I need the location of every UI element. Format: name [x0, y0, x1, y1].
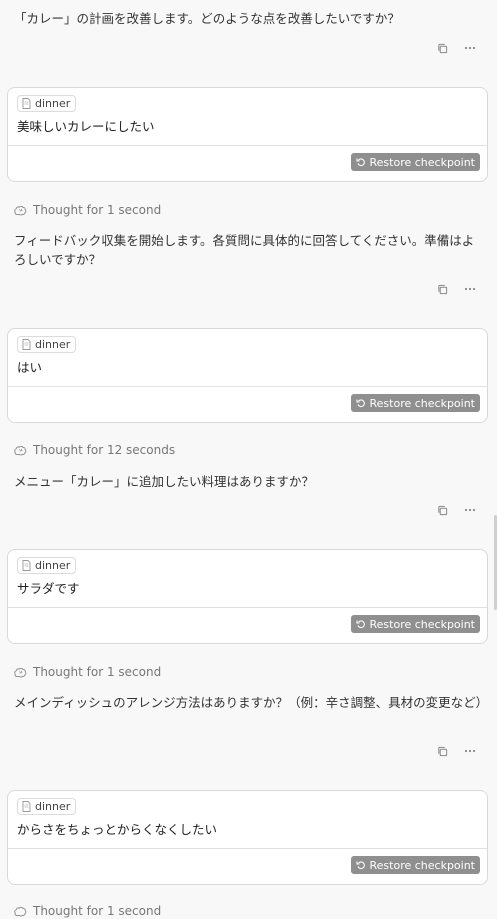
restore-icon [355, 861, 365, 870]
assistant-message: 「カレー」の計画を改善します。どのような点を改善したいですか？ [14, 9, 484, 28]
assistant-message: メニュー「カレー」に追加したい料理はありますか？ [14, 472, 484, 491]
file-icon [22, 98, 31, 109]
user-message-card: dinner はい Restore checkpoint [7, 328, 488, 423]
copy-icon[interactable] [435, 744, 449, 758]
restore-checkpoint-button[interactable]: Restore checkpoint [350, 856, 480, 874]
restore-checkpoint-label: Restore checkpoint [369, 617, 476, 631]
thought-label: Thought for 1 second [33, 904, 162, 918]
assistant-message-text: フィードバック収集を開始します。各質問に具体的に回答してください。準備はよろしい… [14, 233, 475, 267]
card-divider [8, 386, 487, 387]
restore-icon [355, 399, 365, 408]
copy-icon[interactable] [435, 282, 449, 296]
thought-indicator[interactable]: Thought for 1 second [14, 202, 161, 218]
user-message-text: サラダです [17, 581, 80, 596]
thought-label: Thought for 1 second [33, 203, 162, 217]
message-actions [417, 281, 477, 297]
restore-checkpoint-button[interactable]: Restore checkpoint [350, 615, 480, 633]
message-actions [417, 502, 477, 518]
thought-label: Thought for 1 second [33, 665, 162, 679]
user-message-text: はい [17, 360, 43, 375]
more-icon[interactable] [463, 503, 477, 517]
assistant-message: メインディッシュのアレンジ方法はありますか？（例：辛さ調整、具材の変更など） [14, 693, 488, 712]
assistant-message: フィードバック収集を開始します。各質問に具体的に回答してください。準備はよろしい… [14, 231, 484, 269]
thought-indicator[interactable]: Thought for 1 second [14, 903, 161, 919]
more-icon[interactable] [463, 282, 477, 296]
brain-icon [14, 667, 27, 678]
thought-indicator[interactable]: Thought for 12 seconds [14, 442, 175, 458]
file-icon [22, 801, 31, 812]
restore-checkpoint-button[interactable]: Restore checkpoint [350, 153, 480, 171]
copy-icon[interactable] [435, 41, 449, 55]
thought-label: Thought for 12 seconds [33, 443, 176, 457]
message-actions [417, 40, 477, 56]
brain-icon [14, 445, 27, 456]
restore-checkpoint-button[interactable]: Restore checkpoint [350, 394, 480, 412]
file-icon [22, 339, 31, 350]
file-chip[interactable]: dinner [17, 336, 77, 353]
file-chip-label: dinner [35, 800, 71, 813]
restore-checkpoint-label: Restore checkpoint [369, 858, 476, 872]
user-message-text: 美味しいカレーにしたい [17, 119, 155, 134]
file-chip-label: dinner [35, 559, 71, 572]
restore-checkpoint-label: Restore checkpoint [369, 396, 476, 410]
user-message-card: dinner サラダです Restore checkpoint [7, 549, 488, 644]
restore-icon [355, 158, 365, 167]
file-chip-label: dinner [35, 97, 71, 110]
file-chip-label: dinner [35, 338, 71, 351]
assistant-message-text: メニュー「カレー」に追加したい料理はありますか？ [14, 474, 315, 489]
assistant-message-text: 「カレー」の計画を改善します。どのような点を改善したいですか？ [14, 11, 400, 26]
file-chip[interactable]: dinner [17, 557, 77, 574]
thought-indicator[interactable]: Thought for 1 second [14, 664, 161, 680]
restore-checkpoint-label: Restore checkpoint [369, 155, 476, 169]
file-icon [22, 560, 31, 571]
message-actions [417, 743, 477, 759]
brain-icon [14, 205, 27, 216]
user-message-card: dinner からさをちょっとからくなくしたい Restore checkpoi… [7, 790, 488, 885]
copy-icon[interactable] [435, 503, 449, 517]
assistant-message-text: メインディッシュのアレンジ方法はありますか？（例：辛さ調整、具材の変更など） [14, 695, 489, 710]
restore-icon [355, 620, 365, 629]
more-icon[interactable] [463, 41, 477, 55]
card-divider [8, 145, 487, 146]
card-divider [8, 848, 487, 849]
file-chip[interactable]: dinner [17, 798, 77, 815]
user-message-card: dinner 美味しいカレーにしたい Restore checkpoint [7, 87, 488, 182]
file-chip[interactable]: dinner [17, 95, 77, 112]
more-icon[interactable] [463, 744, 477, 758]
card-divider [8, 607, 487, 608]
user-message-text: からさをちょっとからくなくしたい [17, 822, 218, 837]
brain-icon [14, 906, 27, 917]
